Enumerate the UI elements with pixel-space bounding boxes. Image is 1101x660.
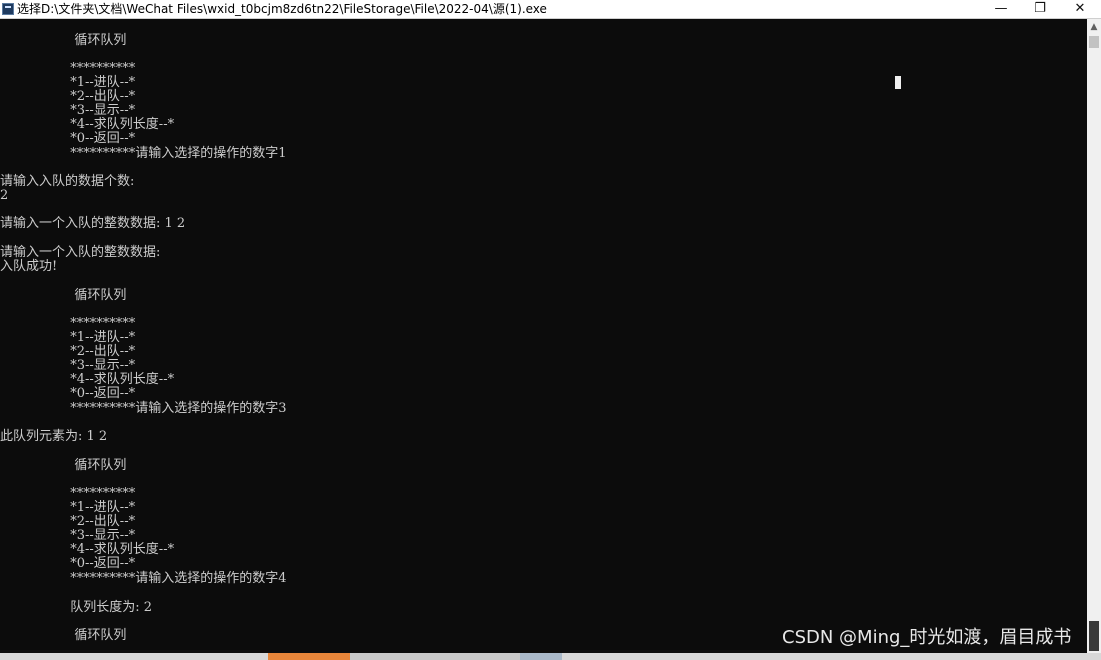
console-line: *0--返回--* bbox=[0, 556, 136, 571]
console-line: 循环队列 bbox=[0, 628, 127, 643]
console-line: 入队成功! bbox=[0, 259, 58, 274]
window-titlebar[interactable]: 选择D:\文件夹\文档\WeChat Files\wxid_t0bcjm8zd6… bbox=[0, 0, 1101, 19]
console-line: **********请输入选择的操作的数字1 bbox=[0, 146, 287, 161]
window-title: 选择D:\文件夹\文档\WeChat Files\wxid_t0bcjm8zd6… bbox=[17, 2, 547, 16]
console-line: *3--显示--* bbox=[0, 528, 136, 543]
console-line: 循环队列 bbox=[0, 458, 127, 473]
console-line: *2--出队--* bbox=[0, 344, 136, 359]
console-line: 队列长度为: 2 bbox=[0, 600, 153, 615]
taskbar-segment bbox=[268, 653, 350, 660]
maximize-button[interactable]: ❐ bbox=[1021, 0, 1059, 19]
console-line: 循环队列 bbox=[0, 288, 127, 303]
console-line: *3--显示--* bbox=[0, 358, 136, 373]
console-app-icon[interactable] bbox=[2, 3, 14, 15]
console-line: 请输入一个入队的整数数据: bbox=[0, 245, 161, 260]
console-line: *4--求队列长度--* bbox=[0, 542, 175, 557]
console-line: *0--返回--* bbox=[0, 131, 136, 146]
close-button[interactable]: ✕ bbox=[1061, 0, 1099, 19]
console-line: *0--返回--* bbox=[0, 386, 136, 401]
console-line: *4--求队列长度--* bbox=[0, 117, 175, 132]
console-line: *1--进队--* bbox=[0, 330, 136, 345]
scroll-up-arrow-icon[interactable]: ▲ bbox=[1087, 19, 1101, 35]
console-output-area[interactable]: 循环队列 ********** *1--进队--* *2--出队--* *3--… bbox=[0, 19, 1087, 653]
console-line: *1--进队--* bbox=[0, 75, 136, 90]
console-line: ********** bbox=[0, 61, 136, 76]
console-line: **********请输入选择的操作的数字3 bbox=[0, 401, 287, 416]
console-line: ********** bbox=[0, 486, 136, 501]
csdn-watermark: CSDN @Ming_时光如渡，眉目成书 bbox=[782, 627, 1072, 648]
bottom-taskbar-strip bbox=[0, 653, 1101, 660]
taskbar-segment bbox=[350, 653, 520, 660]
console-line: *4--求队列长度--* bbox=[0, 372, 175, 387]
taskbar-segment bbox=[520, 653, 562, 660]
scroll-side-tab[interactable] bbox=[1089, 621, 1099, 651]
vertical-scrollbar[interactable]: ▲ bbox=[1087, 19, 1101, 653]
console-line: *2--出队--* bbox=[0, 514, 136, 529]
scroll-thumb[interactable] bbox=[1089, 36, 1099, 48]
console-line: 请输入一个入队的整数数据: 1 2 bbox=[0, 216, 186, 231]
console-line: *1--进队--* bbox=[0, 500, 136, 515]
console-line: 此队列元素为: 1 2 bbox=[0, 429, 108, 444]
text-cursor bbox=[895, 76, 901, 89]
console-line: 循环队列 bbox=[0, 33, 127, 48]
console-line: **********请输入选择的操作的数字4 bbox=[0, 571, 287, 586]
console-line: 2 bbox=[0, 188, 9, 203]
minimize-button[interactable]: — bbox=[982, 0, 1020, 19]
console-line: ********** bbox=[0, 316, 136, 331]
console-line: *3--显示--* bbox=[0, 103, 136, 118]
console-line: 请输入入队的数据个数: bbox=[0, 174, 135, 189]
console-line: *2--出队--* bbox=[0, 89, 136, 104]
